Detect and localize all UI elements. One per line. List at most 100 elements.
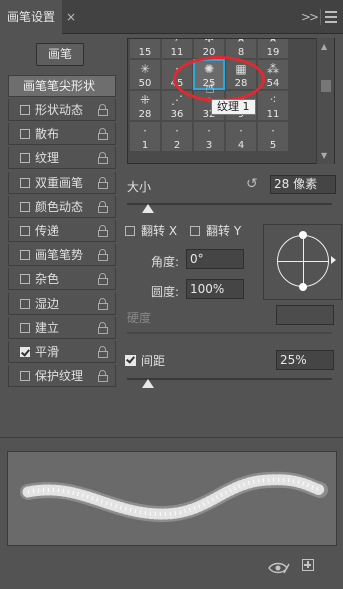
angle-input[interactable]: 0° <box>186 249 244 269</box>
roundness-handle-top[interactable] <box>299 231 307 239</box>
brush-tip-icon: · <box>271 124 275 138</box>
option-checkbox[interactable] <box>20 201 30 212</box>
create-new-brush-icon[interactable] <box>302 559 314 571</box>
brush-stroke-preview <box>7 451 337 546</box>
lock-icon[interactable] <box>98 249 108 262</box>
brush-tip-icon: ★ <box>235 38 247 45</box>
option-item[interactable]: 散布 <box>8 123 116 146</box>
annotation-circle <box>173 56 265 102</box>
brush-preset-cell[interactable]: ★ 8 <box>226 38 256 58</box>
lock-icon[interactable] <box>98 152 108 165</box>
spacing-input[interactable]: 25% <box>276 350 334 370</box>
expand-panel-icon[interactable]: >> <box>301 0 319 34</box>
lock-icon[interactable] <box>98 370 108 383</box>
size-slider-thumb[interactable] <box>141 204 154 213</box>
lock-icon[interactable] <box>98 297 108 310</box>
option-item[interactable]: 形状动态 <box>8 99 116 121</box>
preview-divider <box>0 437 343 438</box>
option-label: 纹理 <box>35 151 60 166</box>
close-icon[interactable]: × <box>66 0 76 34</box>
option-checkbox[interactable] <box>20 298 30 309</box>
option-label: 传递 <box>35 223 60 238</box>
size-slider-track[interactable] <box>127 203 332 205</box>
option-checkbox[interactable] <box>20 105 30 115</box>
option-checkbox[interactable] <box>20 225 30 236</box>
brushes-button[interactable]: 画笔 <box>36 43 84 66</box>
scroll-thumb[interactable] <box>321 80 331 92</box>
angle-roundness-widget[interactable] <box>263 224 342 300</box>
flip-y-checkbox[interactable] <box>190 226 200 236</box>
lock-icon[interactable] <box>98 128 108 141</box>
brush-preset-cell[interactable]: ≁ 11 <box>162 38 192 58</box>
reset-size-icon[interactable]: ↺ <box>246 176 258 192</box>
lock-icon[interactable] <box>98 200 108 213</box>
option-checkbox[interactable] <box>20 129 30 140</box>
spacing-slider-thumb[interactable] <box>141 379 154 388</box>
lock-icon[interactable] <box>98 176 108 189</box>
roundness-handle-bottom[interactable] <box>299 283 307 291</box>
spacing-option[interactable]: 间距 <box>125 352 165 369</box>
brush-tip-icon: ⌒ <box>138 38 151 45</box>
brush-preset-cell[interactable]: · 1 <box>130 122 160 151</box>
toggle-preview-icon[interactable] <box>268 561 290 575</box>
brush-preset-cell[interactable]: · 5 <box>258 122 288 151</box>
option-item[interactable]: 建立 <box>8 316 116 339</box>
brush-preset-cell[interactable]: · 3 <box>194 122 224 151</box>
option-checkbox[interactable] <box>20 322 30 333</box>
brush-size-label: 19 <box>266 47 280 58</box>
lock-icon[interactable] <box>98 273 108 286</box>
option-checkbox[interactable] <box>20 177 30 188</box>
lock-icon[interactable] <box>98 321 108 334</box>
option-item[interactable]: 传递 <box>8 219 116 242</box>
option-item[interactable]: 纹理 <box>8 147 116 170</box>
brush-preset-cell[interactable]: ⌒ 15 <box>130 38 160 58</box>
spacing-slider-track[interactable] <box>127 378 332 380</box>
option-item[interactable]: 颜色动态 <box>8 195 116 218</box>
option-brush-tip-shape[interactable]: 画笔笔尖形状 <box>8 75 116 97</box>
flip-x-option[interactable]: 翻转 X <box>125 222 177 239</box>
brush-tip-icon: ≁ <box>171 38 183 45</box>
hand-cursor-icon: ☝ <box>205 78 215 97</box>
option-label: 散布 <box>35 127 60 142</box>
option-checkbox[interactable] <box>20 250 30 261</box>
brush-tip-icon: · <box>207 124 211 138</box>
flip-x-checkbox[interactable] <box>125 226 135 236</box>
option-item[interactable]: 杂色 <box>8 268 116 291</box>
scroll-up-icon[interactable]: ▲ <box>321 42 327 51</box>
hardness-label: 硬度 <box>127 311 152 325</box>
brush-preset-cell[interactable]: ★ 19 <box>258 39 288 58</box>
option-item[interactable]: 双重画笔 <box>8 171 116 194</box>
brush-grid-scrollbar[interactable]: ▲ ▼ <box>316 38 334 164</box>
brush-preset-cell[interactable]: · 2 <box>162 122 192 151</box>
lock-icon[interactable] <box>98 345 108 358</box>
tab-title: 画笔设置 <box>7 10 56 24</box>
tab-brush-settings[interactable]: 画笔设置 <box>0 0 62 34</box>
brush-preset-cell[interactable]: ✳ 50 <box>130 60 160 89</box>
scroll-down-icon[interactable]: ▼ <box>321 151 327 160</box>
lock-icon[interactable] <box>98 104 108 116</box>
roundness-input[interactable]: 100% <box>186 279 244 299</box>
option-item[interactable]: 画笔笔势 <box>8 244 116 267</box>
option-checkbox[interactable] <box>20 274 30 285</box>
brush-preset-cell[interactable]: ✲ 20 <box>194 39 224 58</box>
tab-divider <box>320 9 321 25</box>
spacing-checkbox[interactable] <box>125 355 136 366</box>
option-checkbox[interactable] <box>20 346 30 357</box>
lock-icon[interactable] <box>98 224 108 237</box>
brush-tip-icon: ⁖ <box>269 93 277 107</box>
option-item[interactable]: 湿边 <box>8 292 116 315</box>
flip-y-option[interactable]: 翻转 Y <box>190 222 241 239</box>
brush-preset-cell[interactable]: ⁖ 11 <box>258 91 288 120</box>
angle-arrow-icon[interactable] <box>331 256 336 264</box>
option-item[interactable]: 保护纹理 <box>8 365 116 388</box>
size-input[interactable]: 28 像素 <box>270 175 336 194</box>
option-label: 杂色 <box>35 272 60 287</box>
option-checkbox[interactable] <box>20 153 30 164</box>
option-item[interactable]: 平滑 <box>8 340 116 363</box>
brush-preset-cell[interactable]: · 4 <box>226 122 256 151</box>
option-checkbox[interactable] <box>20 371 30 382</box>
option-label: 保护纹理 <box>35 369 84 384</box>
angle-label: 角度: <box>151 255 180 269</box>
brush-preset-cell[interactable]: ⁜ 28 <box>130 91 160 120</box>
panel-menu-icon[interactable] <box>325 11 337 23</box>
